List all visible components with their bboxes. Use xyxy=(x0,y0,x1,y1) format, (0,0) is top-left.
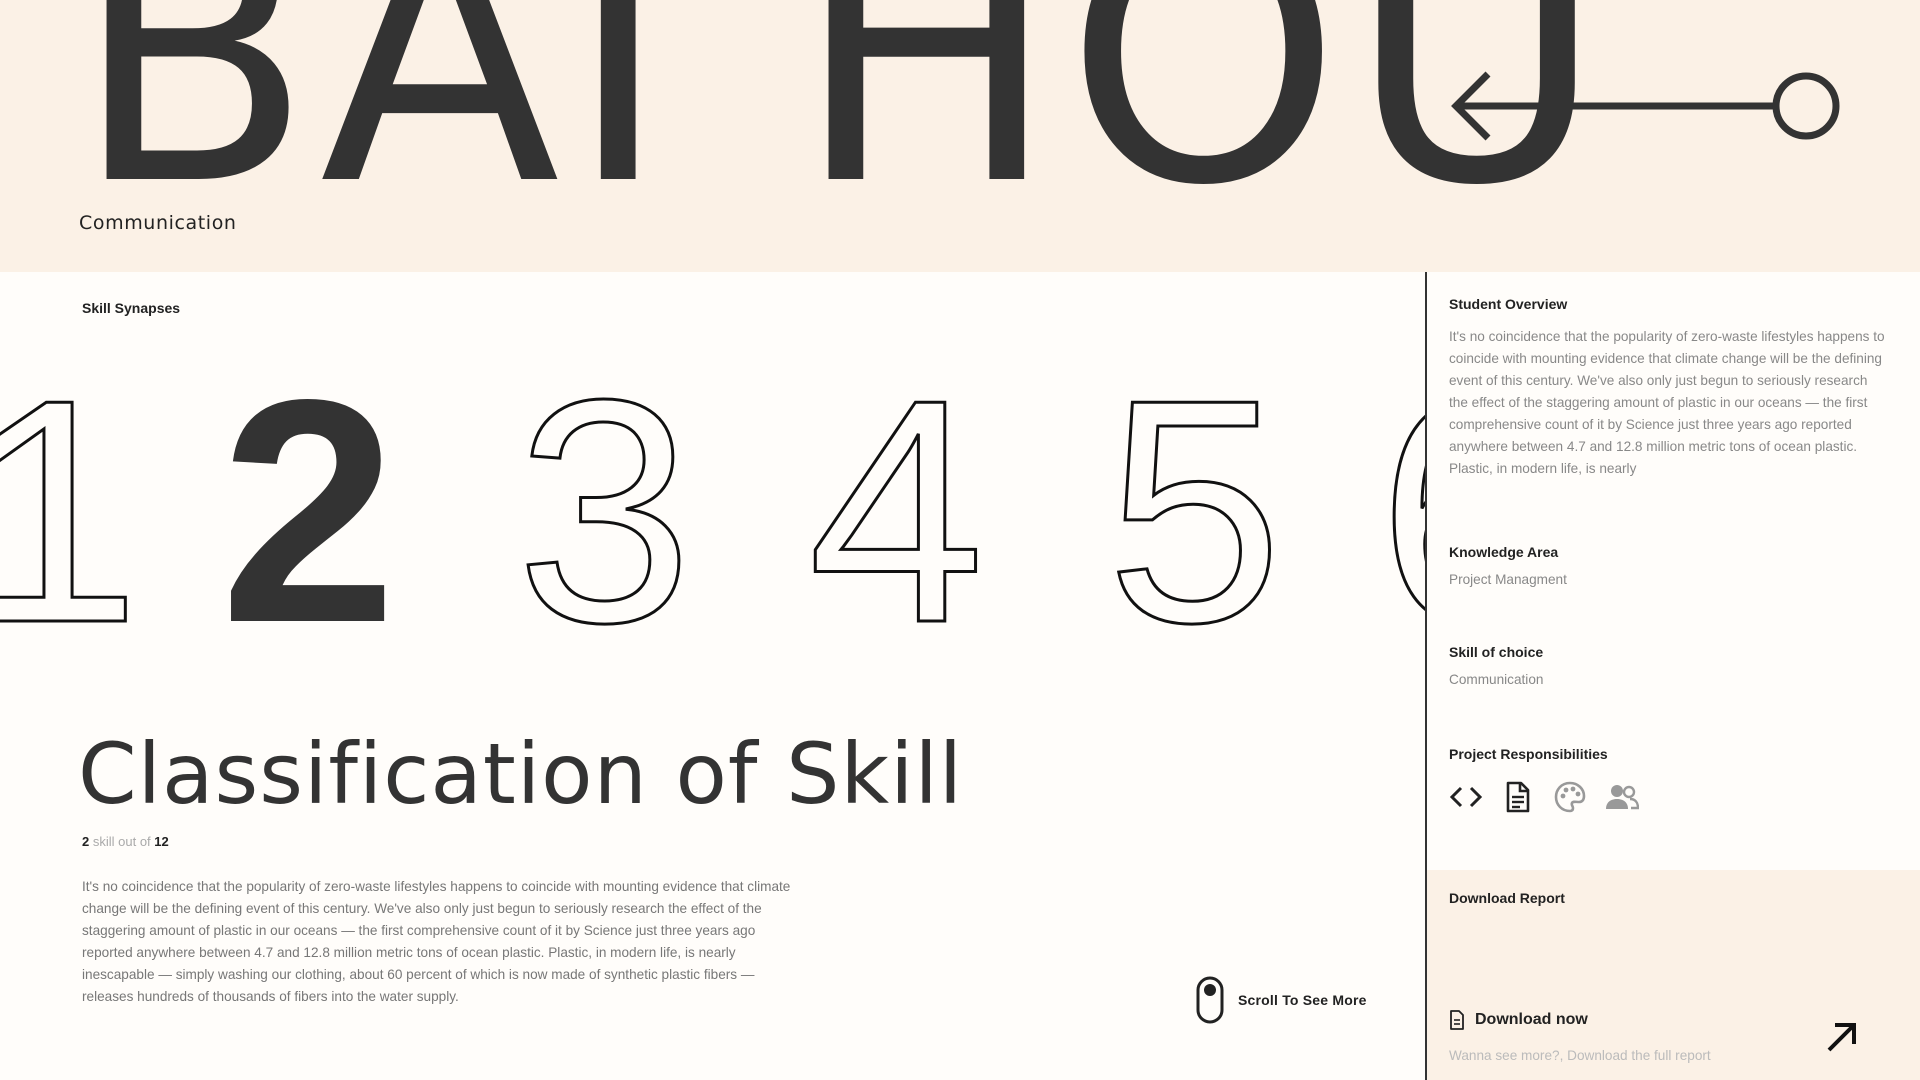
code-icon[interactable] xyxy=(1449,780,1483,814)
skill-number-5[interactable]: 5 xyxy=(1105,388,1285,648)
skill-choice-title: Skill of choice xyxy=(1449,644,1544,660)
responsibilities-title: Project Responsibilities xyxy=(1449,746,1608,762)
document-icon[interactable] xyxy=(1501,780,1535,814)
knowledge-value: Project Managment xyxy=(1449,572,1567,587)
download-now-button[interactable]: Download now xyxy=(1449,1010,1588,1030)
knowledge-title: Knowledge Area xyxy=(1449,544,1559,560)
sidebar: Student Overview It's no coincidence tha… xyxy=(1425,272,1920,1080)
skill-count-label: skill out of xyxy=(92,834,151,849)
classification-title: Classification of Skill xyxy=(78,725,964,823)
arrow-left-circle-icon[interactable] xyxy=(1448,66,1844,146)
header: BAI HOU Communication xyxy=(0,0,1920,272)
skill-number-6[interactable]: 6 xyxy=(1377,388,1425,648)
download-now-label: Download now xyxy=(1475,1011,1588,1028)
skill-total: 12 xyxy=(154,834,169,849)
responsibility-icons xyxy=(1449,780,1889,814)
main-content: Skill Synapses 1 2 3 4 5 6 Classificatio… xyxy=(0,272,1425,1080)
people-icon[interactable] xyxy=(1605,780,1639,814)
knowledge-area: Knowledge Area Project Managment xyxy=(1449,544,1889,587)
skill-count: 2 skill out of 12 xyxy=(82,834,169,849)
file-icon xyxy=(1450,1010,1464,1030)
skill-of-choice: Skill of choice Communication xyxy=(1449,644,1889,687)
student-overview: Student Overview It's no coincidence tha… xyxy=(1449,296,1889,480)
download-title: Download Report xyxy=(1449,890,1565,906)
project-responsibilities: Project Responsibilities xyxy=(1449,746,1889,814)
header-subtitle: Communication xyxy=(79,212,237,234)
overview-text: It's no coincidence that the popularity … xyxy=(1449,329,1885,476)
skill-number-2-active[interactable]: 2 xyxy=(220,388,397,648)
skill-current: 2 xyxy=(82,834,90,849)
download-hint: Wanna see more?, Download the full repor… xyxy=(1449,1048,1711,1063)
skill-number-3[interactable]: 3 xyxy=(515,388,695,648)
overview-title: Student Overview xyxy=(1449,296,1568,312)
download-report-panel: Download Report Download now Wanna see m… xyxy=(1427,870,1920,1080)
arrow-up-right-icon[interactable] xyxy=(1825,1020,1859,1054)
skill-number-carousel: 1 2 3 4 5 6 xyxy=(0,388,1425,648)
section-label: Skill Synapses xyxy=(82,300,181,316)
skill-choice-value: Communication xyxy=(1449,672,1544,687)
skill-number-1[interactable]: 1 xyxy=(0,388,142,648)
skill-number-4[interactable]: 4 xyxy=(807,388,987,648)
mouse-icon xyxy=(1196,976,1224,1024)
palette-icon[interactable] xyxy=(1553,780,1587,814)
skill-description: It's no coincidence that the popularity … xyxy=(82,879,791,1004)
scroll-hint[interactable]: Scroll To See More xyxy=(1196,976,1367,1024)
scroll-hint-label: Scroll To See More xyxy=(1238,992,1367,1008)
student-name: BAI HOU xyxy=(72,0,1612,263)
